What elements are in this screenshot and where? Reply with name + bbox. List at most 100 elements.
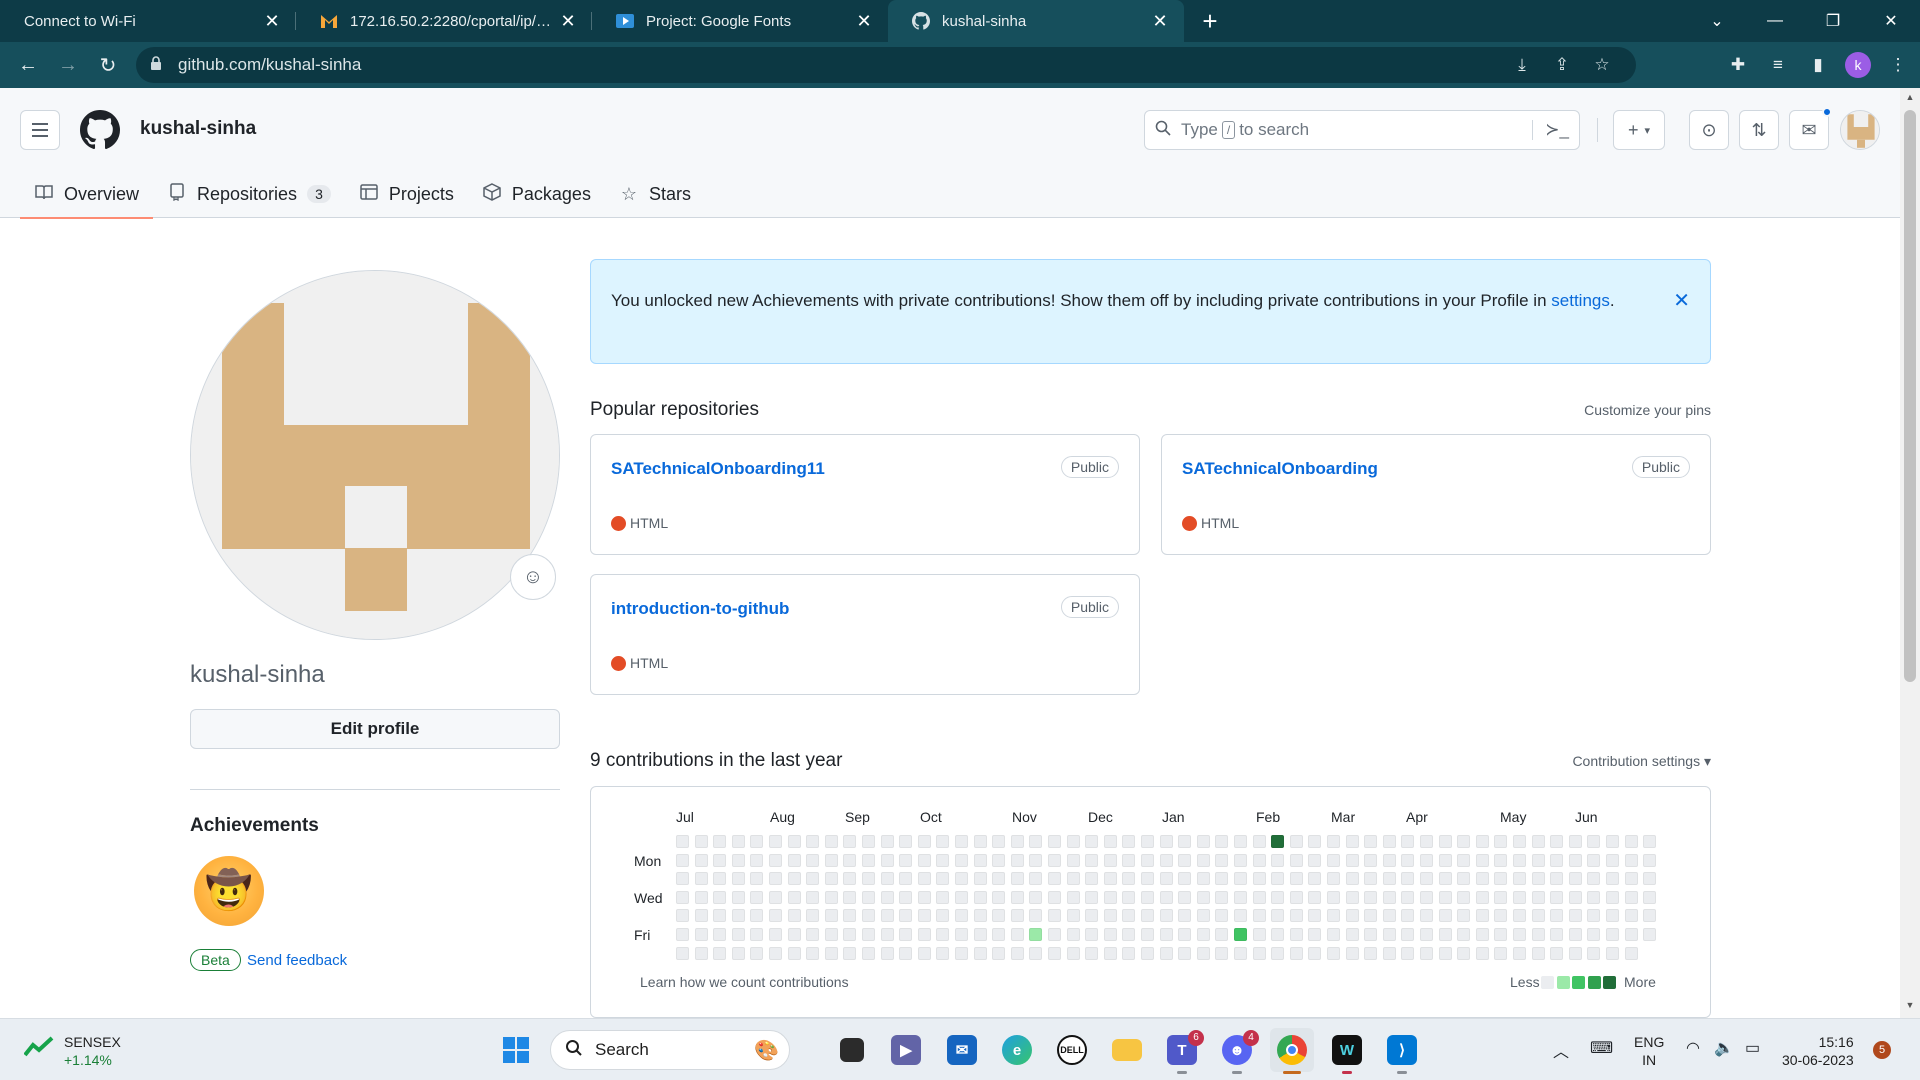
contribution-day-cell[interactable] bbox=[1643, 872, 1657, 886]
contribution-day-cell[interactable] bbox=[1159, 872, 1173, 886]
contribution-day-cell[interactable] bbox=[731, 890, 745, 904]
inbox-icon[interactable]: ✉ bbox=[1789, 107, 1832, 150]
file-explorer-icon[interactable] bbox=[1105, 1028, 1149, 1072]
contribution-day-cell[interactable] bbox=[731, 835, 745, 848]
contribution-day-cell[interactable] bbox=[1475, 946, 1489, 960]
contribution-day-cell[interactable] bbox=[1048, 946, 1061, 960]
contribution-day-cell[interactable] bbox=[955, 946, 968, 960]
contribution-day-cell[interactable] bbox=[1550, 890, 1564, 904]
contribution-day-cell[interactable] bbox=[973, 853, 987, 867]
contribution-day-cell[interactable] bbox=[1401, 928, 1415, 941]
contribution-day-cell[interactable] bbox=[1234, 890, 1247, 904]
contribution-day-cell[interactable] bbox=[1475, 835, 1489, 848]
contribution-day-cell[interactable] bbox=[713, 890, 727, 904]
share-icon[interactable]: ⇪ bbox=[1542, 47, 1582, 83]
contribution-day-cell[interactable] bbox=[824, 909, 838, 923]
contribution-day-cell[interactable] bbox=[973, 909, 987, 923]
contribution-day-cell[interactable] bbox=[1196, 853, 1210, 867]
contribution-day-cell[interactable] bbox=[862, 928, 875, 941]
contribution-day-cell[interactable] bbox=[1401, 890, 1415, 904]
contribution-day-cell[interactable] bbox=[1178, 946, 1192, 960]
contribution-day-cell[interactable] bbox=[1308, 853, 1322, 867]
contribution-day-cell[interactable] bbox=[731, 909, 745, 923]
contribution-day-cell[interactable] bbox=[1066, 909, 1080, 923]
contribution-day-cell[interactable] bbox=[1308, 946, 1322, 960]
contribution-day-cell[interactable] bbox=[843, 835, 857, 848]
contribution-day-cell[interactable] bbox=[1289, 928, 1303, 941]
contribution-day-cell[interactable] bbox=[1103, 853, 1117, 867]
contribution-day-cell[interactable] bbox=[1196, 946, 1210, 960]
contribution-day-cell[interactable] bbox=[1122, 890, 1136, 904]
contribution-day-cell[interactable] bbox=[992, 853, 1006, 867]
contribution-day-cell[interactable] bbox=[1475, 928, 1489, 941]
contribution-day-cell[interactable] bbox=[1457, 909, 1471, 923]
contribution-day-cell[interactable] bbox=[1624, 872, 1638, 886]
contribution-day-cell[interactable] bbox=[1085, 853, 1099, 867]
contribution-day-cell[interactable] bbox=[1475, 890, 1489, 904]
contribution-day-cell[interactable] bbox=[1289, 853, 1303, 867]
browser-tab-google-fonts[interactable]: Project: Google Fonts ✕ bbox=[592, 0, 888, 42]
contribution-day-cell[interactable] bbox=[1029, 946, 1043, 960]
notification-count[interactable]: 5 bbox=[1873, 1041, 1891, 1059]
contribution-day-cell[interactable] bbox=[1271, 853, 1285, 867]
contribution-day-cell[interactable] bbox=[694, 928, 708, 941]
tab-overview[interactable]: Overview bbox=[20, 170, 154, 219]
contribution-day-cell[interactable] bbox=[1606, 890, 1619, 904]
contribution-day-cell[interactable] bbox=[1587, 853, 1601, 867]
contribution-day-cell[interactable] bbox=[713, 909, 727, 923]
contribution-day-cell[interactable] bbox=[769, 853, 782, 867]
contribution-day-cell[interactable] bbox=[1624, 946, 1638, 960]
contribution-day-cell[interactable] bbox=[676, 835, 689, 848]
contribution-day-cell[interactable] bbox=[1550, 853, 1564, 867]
close-icon[interactable]: ✕ bbox=[262, 11, 282, 31]
contribution-day-cell[interactable] bbox=[1587, 909, 1601, 923]
contribution-day-cell[interactable] bbox=[917, 946, 931, 960]
contribution-day-cell[interactable] bbox=[713, 928, 727, 941]
contribution-day-cell[interactable] bbox=[1252, 853, 1266, 867]
contribution-day-cell[interactable] bbox=[862, 890, 875, 904]
contribution-day-cell[interactable] bbox=[1085, 909, 1099, 923]
contribution-day-cell[interactable] bbox=[1289, 890, 1303, 904]
contribution-day-cell[interactable] bbox=[1010, 928, 1024, 941]
contribution-day-cell[interactable] bbox=[1457, 853, 1471, 867]
contribution-day-cell[interactable] bbox=[1010, 835, 1024, 848]
contribution-day-cell[interactable] bbox=[787, 853, 801, 867]
contribution-day-cell[interactable] bbox=[824, 928, 838, 941]
contribution-day-cell[interactable] bbox=[1513, 909, 1526, 923]
contribution-day-cell[interactable] bbox=[1029, 928, 1043, 941]
contribution-day-cell[interactable] bbox=[936, 890, 950, 904]
contribution-day-cell[interactable] bbox=[1085, 890, 1099, 904]
contribution-day-cell[interactable] bbox=[899, 928, 913, 941]
contribution-day-cell[interactable] bbox=[1494, 909, 1508, 923]
customize-pins-link[interactable]: Customize your pins bbox=[1584, 402, 1711, 418]
contribution-day-cell[interactable] bbox=[1085, 872, 1099, 886]
contribution-day-cell[interactable] bbox=[1438, 928, 1452, 941]
edge-icon[interactable]: e bbox=[995, 1028, 1039, 1072]
contribution-day-cell[interactable] bbox=[1141, 853, 1154, 867]
new-tab-button[interactable]: + bbox=[1190, 0, 1230, 42]
contribution-day-cell[interactable] bbox=[1215, 909, 1229, 923]
contribution-day-cell[interactable] bbox=[824, 890, 838, 904]
contribution-day-cell[interactable] bbox=[1122, 946, 1136, 960]
contribution-day-cell[interactable] bbox=[1066, 872, 1080, 886]
contribution-day-cell[interactable] bbox=[1531, 853, 1545, 867]
contribution-day-cell[interactable] bbox=[1327, 853, 1340, 867]
contribution-day-cell[interactable] bbox=[806, 835, 820, 848]
contribution-day-cell[interactable] bbox=[1345, 946, 1359, 960]
contribution-day-cell[interactable] bbox=[1587, 928, 1601, 941]
contribution-day-cell[interactable] bbox=[1029, 890, 1043, 904]
contribution-day-cell[interactable] bbox=[1308, 909, 1322, 923]
contribution-day-cell[interactable] bbox=[1531, 946, 1545, 960]
close-icon[interactable]: ✕ bbox=[558, 11, 578, 31]
contribution-day-cell[interactable] bbox=[1048, 872, 1061, 886]
contribution-day-cell[interactable] bbox=[1289, 909, 1303, 923]
contribution-day-cell[interactable] bbox=[1382, 909, 1396, 923]
contribution-day-cell[interactable] bbox=[1308, 890, 1322, 904]
edit-profile-button[interactable]: Edit profile bbox=[190, 709, 560, 749]
contribution-day-cell[interactable] bbox=[1271, 872, 1285, 886]
contribution-day-cell[interactable] bbox=[917, 853, 931, 867]
contribution-day-cell[interactable] bbox=[955, 909, 968, 923]
contribution-day-cell[interactable] bbox=[899, 890, 913, 904]
search-input[interactable]: Type / to search ≻_ bbox=[1144, 110, 1580, 150]
contribution-day-cell[interactable] bbox=[1196, 928, 1210, 941]
